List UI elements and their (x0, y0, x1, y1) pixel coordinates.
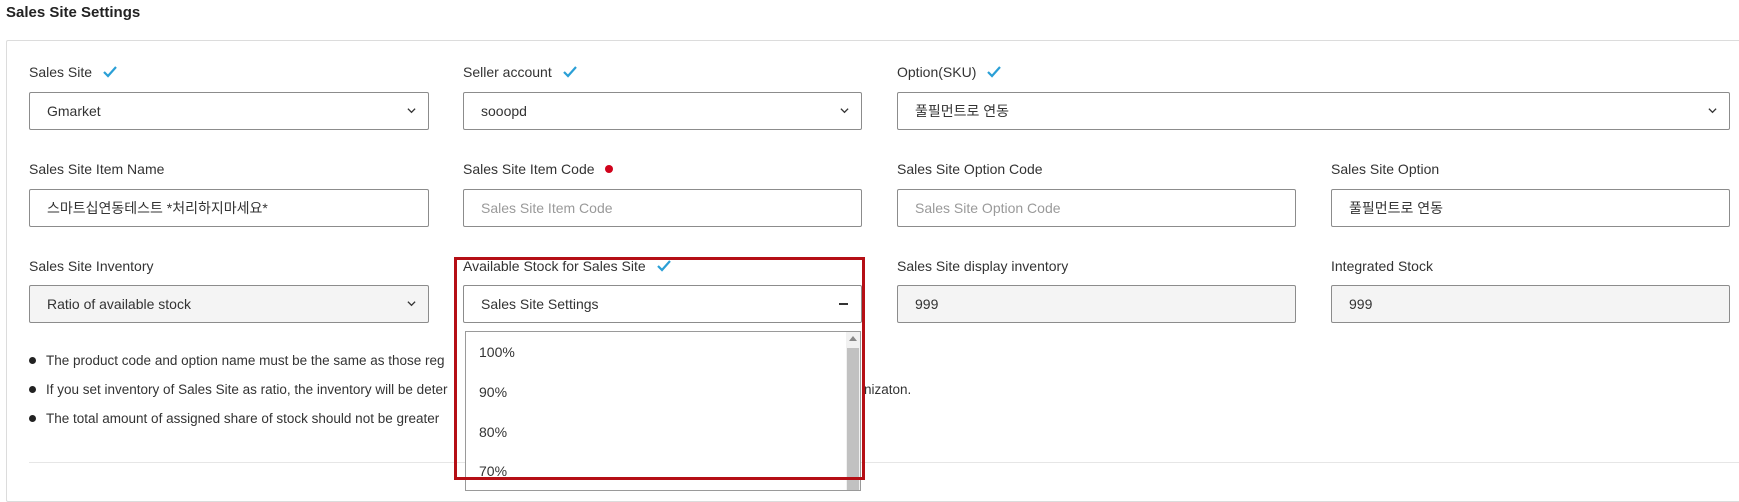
available-stock-dropdown[interactable]: 100% 90% 80% 70% (465, 331, 861, 491)
item-code-input[interactable]: Sales Site Item Code (463, 189, 862, 227)
scroll-up-arrow-icon[interactable] (849, 336, 857, 341)
option-sku-select[interactable]: 풀필먼트로 연동 (897, 92, 1730, 130)
check-icon (562, 66, 577, 78)
divider (29, 462, 1739, 463)
item-code-label: Sales Site Item Code (463, 161, 613, 177)
scroll-thumb[interactable] (847, 348, 859, 490)
item-name-label-text: Sales Site Item Name (29, 161, 165, 177)
dropdown-option[interactable]: 100% (479, 344, 515, 360)
chevron-down-icon (407, 108, 416, 114)
item-name-input[interactable]: 스마트십연동테스트 *처리하지마세요* (29, 189, 429, 227)
integrated-stock-label: Integrated Stock (1331, 258, 1433, 274)
seller-account-select[interactable]: sooopd (463, 92, 862, 130)
display-inventory-label: Sales Site display inventory (897, 258, 1068, 274)
inventory-value: Ratio of available stock (47, 296, 191, 312)
available-stock-value: Sales Site Settings (481, 296, 599, 312)
bullet-icon (29, 357, 36, 364)
option-sku-label: Option(SKU) (897, 64, 1002, 80)
option-input[interactable]: 풀필먼트로 연동 (1331, 189, 1730, 227)
available-stock-select[interactable]: Sales Site Settings (463, 285, 862, 323)
option-label-text: Sales Site Option (1331, 161, 1440, 177)
dropdown-option[interactable]: 70% (479, 463, 507, 479)
seller-account-value: sooopd (481, 103, 527, 119)
scrollbar[interactable] (846, 332, 860, 490)
available-stock-label-text: Available Stock for Sales Site (463, 258, 646, 274)
seller-account-label: Seller account (463, 64, 578, 80)
note-text-tail: nizaton. (864, 382, 912, 397)
option-value: 풀필먼트로 연동 (1349, 200, 1444, 216)
check-icon (103, 66, 117, 78)
item-name-value: 스마트십연동테스트 *처리하지마세요* (47, 200, 268, 216)
note-text: If you set inventory of Sales Site as ra… (46, 382, 448, 397)
chevron-down-icon (407, 301, 416, 307)
sales-site-label-text: Sales Site (29, 64, 93, 80)
option-sku-label-text: Option(SKU) (897, 64, 977, 80)
check-icon (656, 260, 671, 272)
item-name-label: Sales Site Item Name (29, 161, 164, 177)
note-text: The total amount of assigned share of st… (46, 411, 440, 426)
seller-account-label-text: Seller account (463, 64, 552, 80)
sales-site-value: Gmarket (47, 103, 101, 119)
collapse-icon (839, 303, 848, 305)
dropdown-option[interactable]: 90% (479, 384, 507, 400)
integrated-stock-value: 999 (1349, 296, 1373, 312)
page-title: Sales Site Settings (6, 4, 141, 21)
option-code-input[interactable]: Sales Site Option Code (897, 189, 1296, 227)
chevron-down-icon (1708, 108, 1717, 114)
dropdown-option[interactable]: 80% (479, 424, 507, 440)
integrated-stock-input: 999 (1331, 285, 1730, 323)
required-dot-icon (604, 165, 613, 173)
note-text: The product code and option name must be… (46, 353, 445, 368)
bullet-icon (29, 386, 36, 393)
sales-site-select[interactable]: Gmarket (29, 92, 429, 130)
check-icon (987, 66, 1002, 78)
note-item: The total amount of assigned share of st… (29, 411, 439, 426)
integrated-stock-label-text: Integrated Stock (1331, 258, 1433, 274)
inventory-label-text: Sales Site Inventory (29, 258, 154, 274)
available-stock-label: Available Stock for Sales Site (463, 258, 672, 274)
sales-site-label: Sales Site (29, 64, 118, 80)
option-code-placeholder: Sales Site Option Code (915, 200, 1061, 216)
item-code-placeholder: Sales Site Item Code (481, 200, 613, 216)
option-code-label: Sales Site Option Code (897, 161, 1043, 177)
bullet-icon (29, 415, 36, 422)
item-code-label-text: Sales Site Item Code (463, 161, 595, 177)
display-inventory-label-text: Sales Site display inventory (897, 258, 1069, 274)
inventory-select[interactable]: Ratio of available stock (29, 285, 429, 323)
option-code-label-text: Sales Site Option Code (897, 161, 1043, 177)
chevron-down-icon (840, 108, 849, 114)
display-inventory-input: 999 (897, 285, 1296, 323)
option-sku-value: 풀필먼트로 연동 (915, 103, 1010, 119)
option-label: Sales Site Option (1331, 161, 1439, 177)
note-item: If you set inventory of Sales Site as ra… (29, 382, 447, 397)
note-item: The product code and option name must be… (29, 353, 445, 368)
display-inventory-value: 999 (915, 296, 939, 312)
inventory-label: Sales Site Inventory (29, 258, 154, 274)
